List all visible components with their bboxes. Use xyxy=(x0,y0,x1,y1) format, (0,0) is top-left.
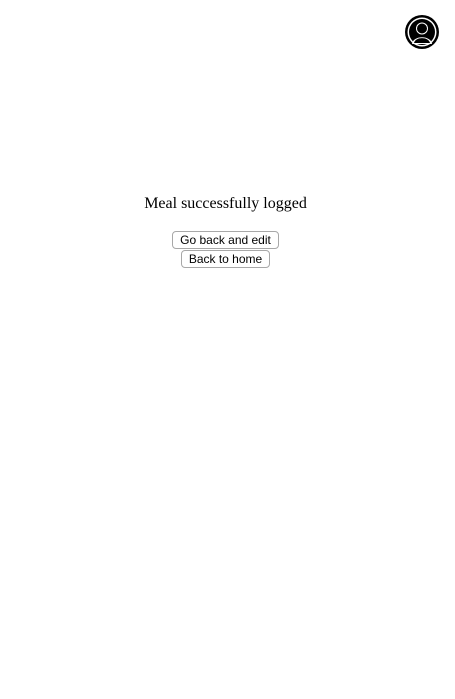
profile-button[interactable] xyxy=(404,14,440,50)
back-to-home-button[interactable]: Back to home xyxy=(180,250,271,268)
user-avatar-icon xyxy=(405,15,439,49)
action-buttons: Go back and edit Back to home xyxy=(0,231,451,268)
meal-logged-page: Meal successfully logged Go back and edi… xyxy=(0,0,455,699)
go-back-edit-button[interactable]: Go back and edit xyxy=(172,231,279,249)
success-message: Meal successfully logged xyxy=(144,195,307,212)
